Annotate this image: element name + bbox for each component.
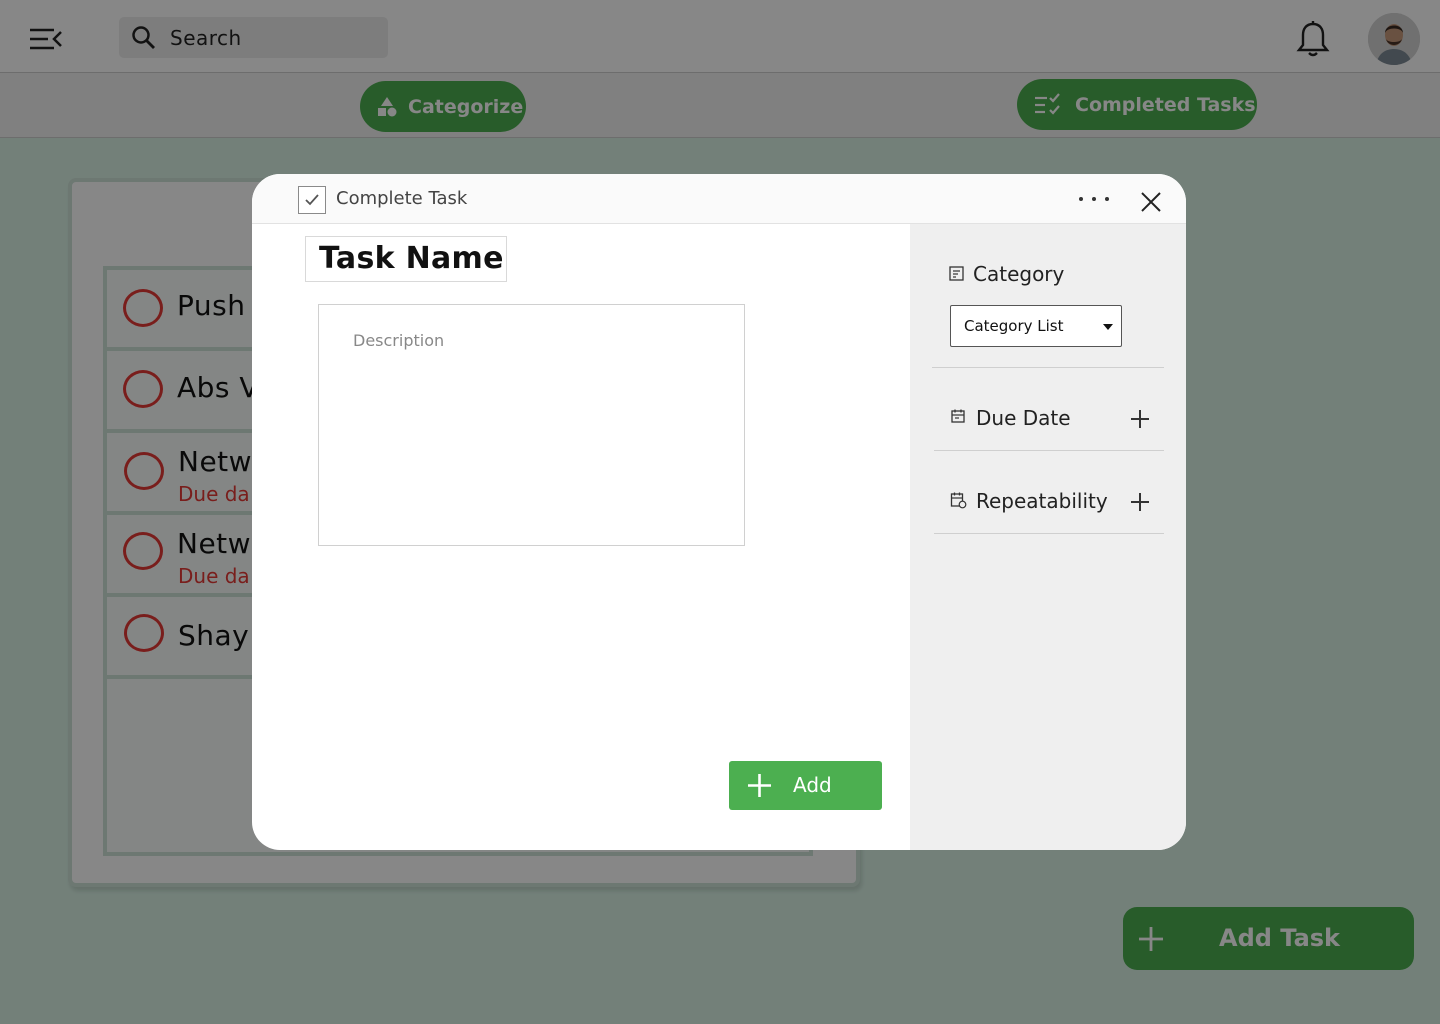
due-date-title: Due Date: [976, 406, 1071, 430]
add-repeatability-icon[interactable]: [1130, 492, 1150, 512]
plus-icon: [748, 774, 771, 797]
complete-task-label: Complete Task: [336, 188, 468, 209]
category-select[interactable]: Category List: [950, 305, 1122, 347]
task-editor-modal: Complete Task Task Name Description Add …: [252, 174, 1186, 850]
task-properties-sidebar: Category Category List Due Date Repeatab…: [910, 224, 1186, 850]
due-date-icon: [951, 409, 965, 423]
checkmark-icon: [305, 194, 319, 206]
repeatability-title: Repeatability: [976, 489, 1108, 513]
add-due-date-icon[interactable]: [1130, 409, 1150, 429]
add-button-label: Add: [793, 773, 832, 797]
divider: [934, 533, 1164, 534]
task-name-field[interactable]: Task Name: [305, 236, 507, 282]
modal-header: Complete Task: [252, 174, 1186, 224]
category-title: Category: [973, 262, 1065, 286]
complete-task-checkbox[interactable]: [298, 186, 326, 214]
description-placeholder: Description: [353, 331, 445, 350]
category-select-value: Category List: [964, 317, 1064, 335]
close-icon[interactable]: [1140, 191, 1162, 213]
chevron-down-icon: [1103, 324, 1113, 330]
more-options-icon[interactable]: [1078, 195, 1110, 203]
repeat-calendar-icon: [950, 492, 967, 509]
add-button[interactable]: Add: [729, 761, 882, 810]
category-icon: [949, 266, 964, 281]
divider: [932, 367, 1164, 368]
description-field[interactable]: Description: [318, 304, 745, 546]
divider: [934, 450, 1164, 451]
